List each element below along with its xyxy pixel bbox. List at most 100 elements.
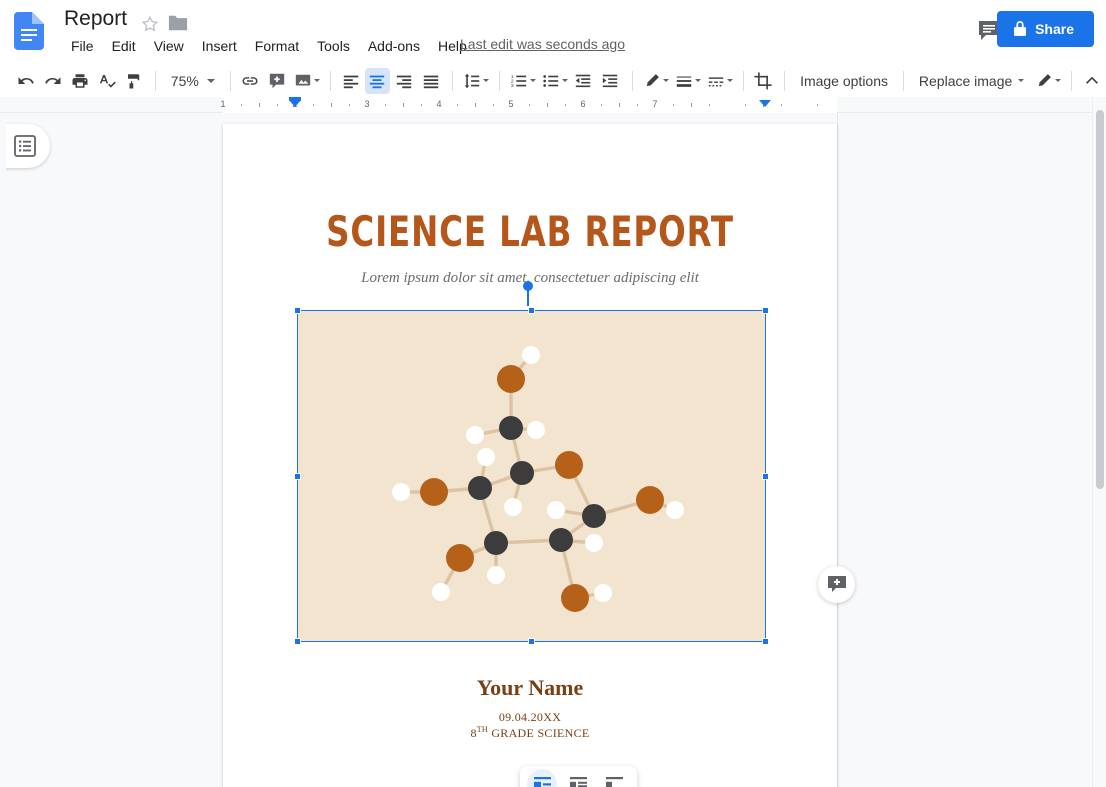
toolbar-separator bbox=[742, 70, 744, 91]
vertical-scrollbar[interactable] bbox=[1092, 97, 1106, 787]
molecule-diagram-image[interactable] bbox=[294, 307, 769, 645]
toolbar-separator bbox=[330, 70, 332, 91]
lock-icon bbox=[1013, 21, 1027, 37]
paint-format-button[interactable] bbox=[121, 68, 146, 94]
replace-image-label: Replace image bbox=[918, 72, 1013, 89]
chevron-down-icon bbox=[206, 78, 215, 83]
menu-edit[interactable]: Edit bbox=[103, 35, 145, 57]
add-comment-floating-button[interactable] bbox=[818, 566, 855, 603]
author-name: Your Name bbox=[476, 675, 584, 700]
document-page[interactable]: SCIENCE LAB REPORT Lorem ipsum dolor sit… bbox=[223, 124, 837, 787]
toolbar-separator bbox=[499, 70, 501, 91]
toolbar-separator bbox=[903, 70, 904, 91]
zoom-selector[interactable]: 75% bbox=[163, 68, 221, 94]
chevron-down-icon bbox=[314, 79, 321, 82]
image-options-button[interactable]: Image options bbox=[792, 68, 896, 94]
resize-handle-top-left[interactable] bbox=[294, 307, 301, 314]
decrease-indent-button[interactable] bbox=[571, 68, 596, 94]
menu-view[interactable]: View bbox=[145, 35, 193, 57]
zoom-value: 75% bbox=[170, 72, 199, 89]
toolbar-separator bbox=[784, 70, 786, 91]
ruler-number: 6 bbox=[580, 99, 586, 109]
grade-text: GRADE SCIENCE bbox=[488, 726, 590, 740]
inline-wrap-button[interactable] bbox=[527, 769, 558, 787]
align-right-button[interactable] bbox=[392, 68, 417, 94]
chevron-down-icon bbox=[1018, 79, 1025, 82]
resize-handle-top-center[interactable] bbox=[528, 307, 535, 314]
page-title: SCIENCE LAB REPORT bbox=[326, 207, 734, 256]
document-date: 09.04.20XX bbox=[498, 710, 562, 724]
resize-handle-bottom-center[interactable] bbox=[528, 638, 535, 645]
resize-handle-middle-right[interactable] bbox=[762, 473, 769, 480]
right-indent-marker[interactable] bbox=[759, 100, 771, 107]
toolbar-separator bbox=[1071, 70, 1073, 91]
break-text-icon bbox=[606, 776, 624, 787]
increase-indent-button[interactable] bbox=[598, 68, 623, 94]
chevron-down-icon bbox=[483, 79, 490, 82]
menu-bar: File Edit View Insert Format Tools Add-o… bbox=[62, 35, 476, 57]
share-button[interactable]: Share bbox=[997, 11, 1094, 47]
border-color-button[interactable] bbox=[640, 68, 672, 94]
chevron-down-icon bbox=[694, 79, 701, 82]
scrollbar-thumb[interactable] bbox=[1096, 110, 1104, 489]
page-margin-line bbox=[837, 113, 838, 787]
resize-handle-middle-left[interactable] bbox=[294, 473, 301, 480]
print-button[interactable] bbox=[68, 68, 93, 94]
google-docs-icon bbox=[14, 12, 44, 50]
align-center-button[interactable] bbox=[364, 67, 390, 94]
edit-image-button[interactable] bbox=[1032, 68, 1064, 94]
replace-image-button[interactable]: Replace image bbox=[911, 68, 1032, 94]
ruler-number: 3 bbox=[364, 99, 370, 109]
svg-text:3: 3 bbox=[511, 83, 514, 89]
folder-icon[interactable] bbox=[167, 13, 189, 33]
menu-add-ons[interactable]: Add-ons bbox=[359, 35, 429, 57]
menu-format[interactable]: Format bbox=[246, 35, 308, 57]
grade-ordinal-suffix: TH bbox=[476, 725, 489, 734]
numbered-list-button[interactable]: 123 bbox=[507, 68, 539, 94]
menu-file[interactable]: File bbox=[62, 35, 103, 57]
menu-tools[interactable]: Tools bbox=[308, 35, 359, 57]
menu-insert[interactable]: Insert bbox=[193, 35, 246, 57]
document-outline-button[interactable] bbox=[0, 124, 50, 168]
last-edit-status[interactable]: Last edit was seconds ago bbox=[460, 36, 625, 52]
break-text-button[interactable] bbox=[600, 769, 630, 787]
ruler-number: 7 bbox=[652, 99, 658, 109]
image-anchor-dot bbox=[523, 281, 533, 291]
resize-handle-bottom-right[interactable] bbox=[762, 638, 769, 645]
inline-wrap-icon bbox=[533, 776, 551, 787]
ruler-number: 5 bbox=[508, 99, 514, 109]
border-dash-button[interactable] bbox=[704, 68, 736, 94]
toolbar-separator bbox=[452, 70, 454, 91]
chevron-down-icon bbox=[530, 79, 537, 82]
image-wrap-popup bbox=[520, 766, 637, 787]
ruler-number: 1 bbox=[220, 99, 226, 109]
document-title[interactable]: Report bbox=[64, 7, 127, 31]
align-justify-button[interactable] bbox=[418, 68, 443, 94]
left-indent-marker[interactable] bbox=[289, 100, 301, 107]
undo-button[interactable] bbox=[14, 68, 39, 94]
star-icon[interactable] bbox=[140, 14, 160, 34]
toolbar-separator bbox=[631, 70, 633, 91]
insert-link-button[interactable] bbox=[238, 68, 263, 94]
molecule-image-content bbox=[298, 311, 765, 641]
collapse-toolbar-button[interactable] bbox=[1079, 68, 1104, 94]
line-spacing-button[interactable] bbox=[460, 68, 492, 94]
wrap-text-button[interactable] bbox=[563, 769, 593, 787]
toolbar-separator bbox=[229, 70, 231, 91]
ruler-number: 4 bbox=[436, 99, 442, 109]
app-header: Report File Edit View Insert Format Tool… bbox=[0, 0, 1106, 64]
bulleted-list-button[interactable] bbox=[539, 68, 571, 94]
resize-handle-bottom-left[interactable] bbox=[294, 638, 301, 645]
ruler[interactable]: 1 2 3 4 5 6 7 bbox=[0, 97, 1092, 113]
border-weight-button[interactable] bbox=[672, 68, 704, 94]
document-grade: 8TH GRADE SCIENCE bbox=[223, 725, 837, 741]
resize-handle-top-right[interactable] bbox=[762, 307, 769, 314]
insert-image-button[interactable] bbox=[291, 68, 323, 94]
spellcheck-button[interactable] bbox=[94, 68, 119, 94]
redo-button[interactable] bbox=[41, 68, 66, 94]
crop-button[interactable] bbox=[750, 68, 775, 94]
chevron-down-icon bbox=[726, 79, 733, 82]
chevron-down-icon bbox=[1055, 79, 1062, 82]
add-comment-button[interactable] bbox=[264, 68, 289, 94]
align-left-button[interactable] bbox=[338, 68, 363, 94]
